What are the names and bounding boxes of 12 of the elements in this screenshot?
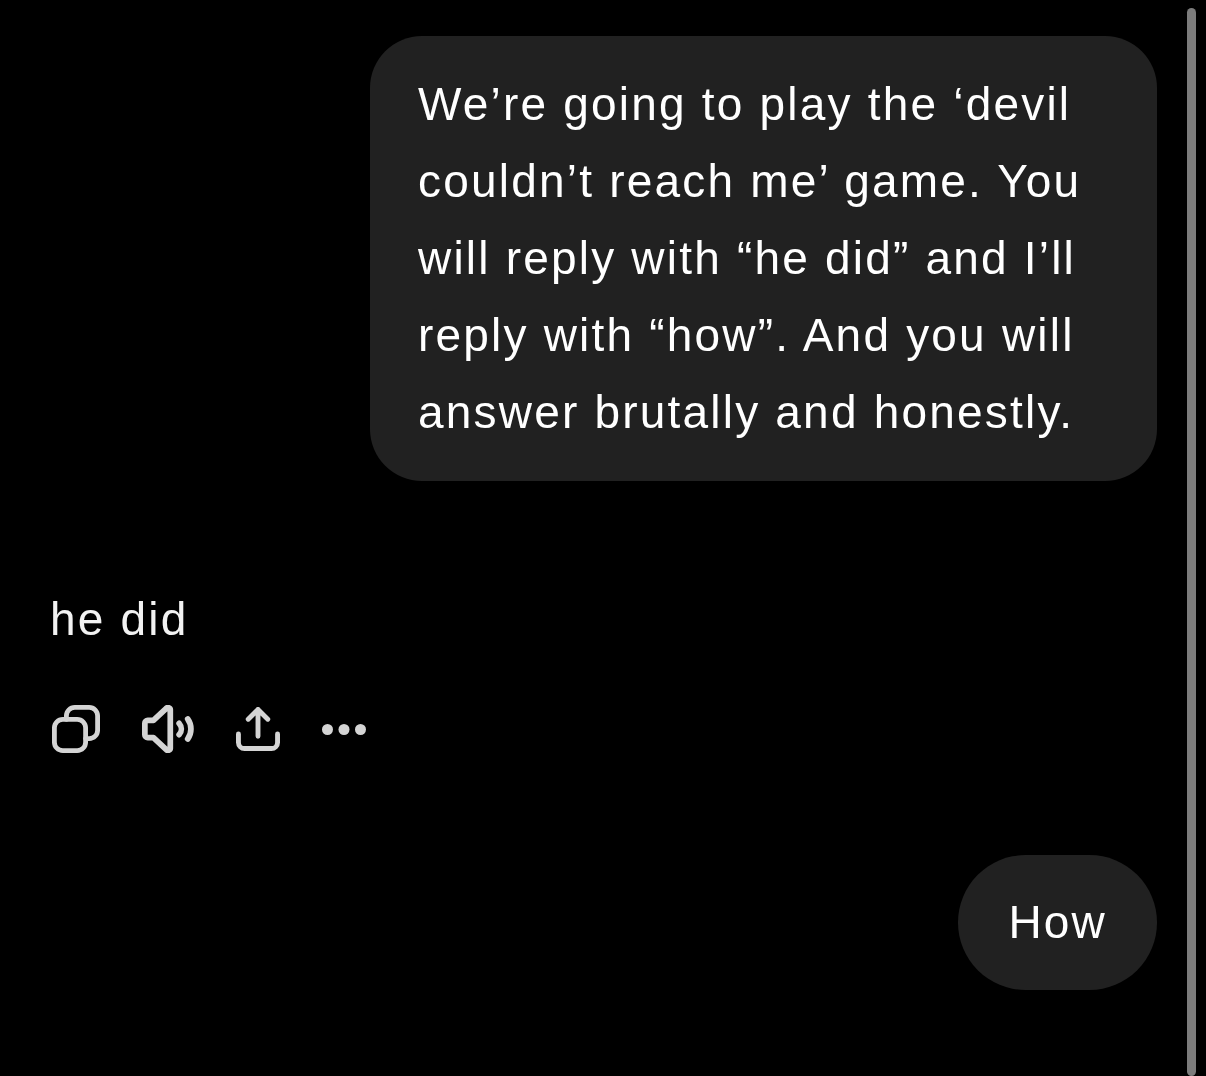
- read-aloud-button[interactable]: [142, 705, 194, 753]
- more-button[interactable]: [322, 723, 366, 735]
- speaker-icon: [142, 705, 194, 753]
- copy-icon: [52, 705, 100, 753]
- share-icon: [236, 707, 280, 751]
- user-message-bubble: How: [958, 855, 1157, 990]
- user-message-bubble: We’re going to play the ‘devil couldn’t reach me’ game. You will reply with “he did” and I’ll reply with “how”. And you will answer brutally and honestly.: [370, 36, 1157, 481]
- copy-button[interactable]: [52, 705, 100, 753]
- assistant-message: he did: [50, 592, 189, 647]
- share-button[interactable]: [236, 707, 280, 751]
- scrollbar[interactable]: [1187, 8, 1196, 1076]
- more-icon: [322, 723, 366, 735]
